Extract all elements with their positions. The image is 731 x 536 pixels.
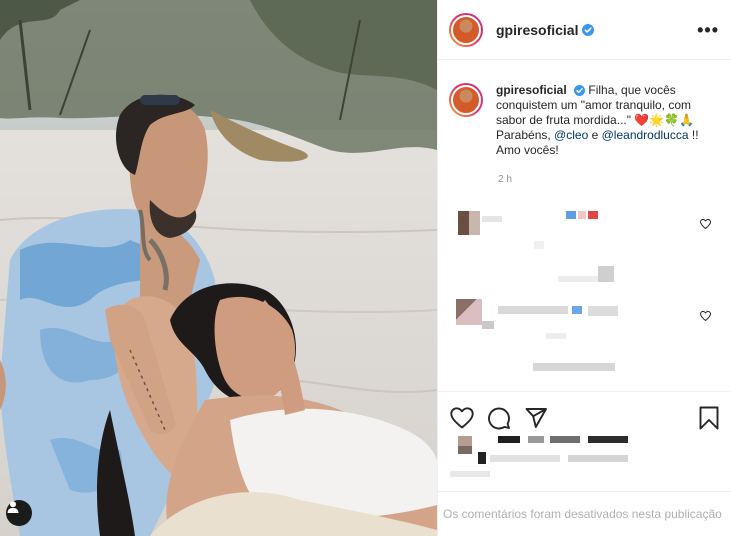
author-username[interactable]: gpiresoficial (496, 22, 578, 38)
pixelated-text (566, 211, 576, 219)
user-tag-icon (7, 501, 19, 513)
post-photo[interactable] (0, 0, 437, 536)
pixelated-text (558, 276, 598, 282)
comments-section: gpiresoficial Filha, que vocês conquiste… (438, 61, 731, 391)
more-options-icon[interactable]: ••• (697, 21, 719, 39)
save-button[interactable] (699, 406, 719, 430)
caption-congrats: Parabéns, (496, 128, 551, 142)
comment-icon (488, 407, 510, 429)
post-sidebar: gpiresoficial ••• gpiresoficial Filha, q… (437, 0, 731, 536)
author-avatar[interactable] (449, 12, 483, 47)
pixelated-text (534, 241, 544, 249)
like-comment-heart-icon[interactable] (700, 219, 711, 229)
pixelated-text (598, 266, 614, 282)
user-tag-button[interactable] (6, 500, 32, 526)
like-comment-heart-icon[interactable] (700, 311, 711, 321)
post-actions-bar (438, 391, 731, 443)
like-button[interactable] (450, 406, 474, 429)
caption-avatar[interactable] (449, 83, 483, 117)
share-icon (525, 407, 547, 428)
caption-and: e (591, 128, 599, 142)
pixelated-text (482, 321, 494, 329)
caption-emojis: ❤️🌟🍀🙏 (634, 113, 695, 127)
mention-leandrodlucca[interactable]: @leandrodlucca (602, 128, 689, 142)
pixelated-text (450, 471, 490, 477)
pixelated-text (482, 216, 502, 222)
pixelated-text (490, 455, 560, 462)
mention-cleo[interactable]: @cleo (554, 128, 588, 142)
verified-badge-icon (574, 85, 586, 96)
verified-badge-icon (582, 23, 595, 36)
pixelated-text (572, 306, 582, 314)
caption-text: gpiresoficial Filha, que vocês conquiste… (496, 83, 719, 158)
pixelated-text (588, 436, 628, 443)
pixelated-text (533, 363, 615, 371)
post-caption: gpiresoficial Filha, que vocês conquiste… (449, 83, 719, 158)
pixelated-text (578, 211, 586, 219)
pixelated-avatar (458, 436, 472, 446)
pixelated-text (550, 436, 580, 443)
share-button[interactable] (524, 406, 548, 430)
heart-icon (450, 406, 474, 428)
bookmark-icon (699, 406, 719, 429)
pixelated-text (588, 306, 618, 316)
pixelated-text (478, 452, 486, 464)
pixelated-text (588, 211, 598, 219)
pixelated-avatar (458, 446, 472, 454)
pixelated-text (546, 333, 566, 339)
beach-couple-photo (0, 0, 437, 536)
comment-button[interactable] (487, 406, 511, 430)
post-time[interactable]: 2 h (498, 174, 719, 185)
pixelated-text (528, 436, 544, 443)
comments-disabled-notice: Os comentários foram desativados nesta p… (438, 491, 731, 536)
pixelated-avatar (458, 211, 480, 235)
pixelated-text (568, 455, 628, 462)
pixelated-text (498, 436, 520, 443)
post-header: gpiresoficial ••• (438, 0, 731, 60)
pixelated-text (498, 306, 568, 314)
pixelated-avatar (456, 299, 482, 325)
caption-username[interactable]: gpiresoficial (496, 83, 567, 97)
